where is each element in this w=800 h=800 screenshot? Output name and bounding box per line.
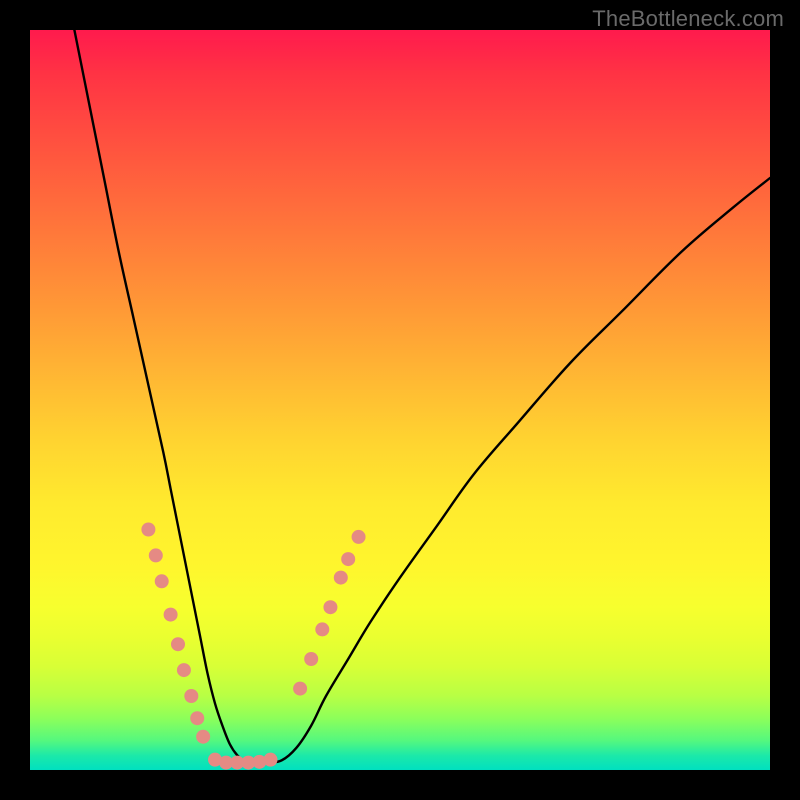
data-point bbox=[141, 523, 155, 537]
data-point bbox=[149, 548, 163, 562]
chart-svg bbox=[30, 30, 770, 770]
data-point bbox=[352, 530, 366, 544]
data-point bbox=[323, 600, 337, 614]
watermark-text: TheBottleneck.com bbox=[592, 6, 784, 32]
data-point bbox=[177, 663, 191, 677]
data-point bbox=[315, 622, 329, 636]
data-point bbox=[341, 552, 355, 566]
data-markers bbox=[141, 523, 365, 770]
data-point bbox=[190, 711, 204, 725]
bottleneck-curve bbox=[74, 30, 770, 763]
data-point bbox=[264, 753, 278, 767]
data-point bbox=[304, 652, 318, 666]
data-point bbox=[155, 574, 169, 588]
data-point bbox=[334, 571, 348, 585]
plot-area bbox=[30, 30, 770, 770]
data-point bbox=[164, 608, 178, 622]
data-point bbox=[184, 689, 198, 703]
data-point bbox=[196, 730, 210, 744]
data-point bbox=[293, 682, 307, 696]
outer-frame: TheBottleneck.com bbox=[0, 0, 800, 800]
data-point bbox=[171, 637, 185, 651]
